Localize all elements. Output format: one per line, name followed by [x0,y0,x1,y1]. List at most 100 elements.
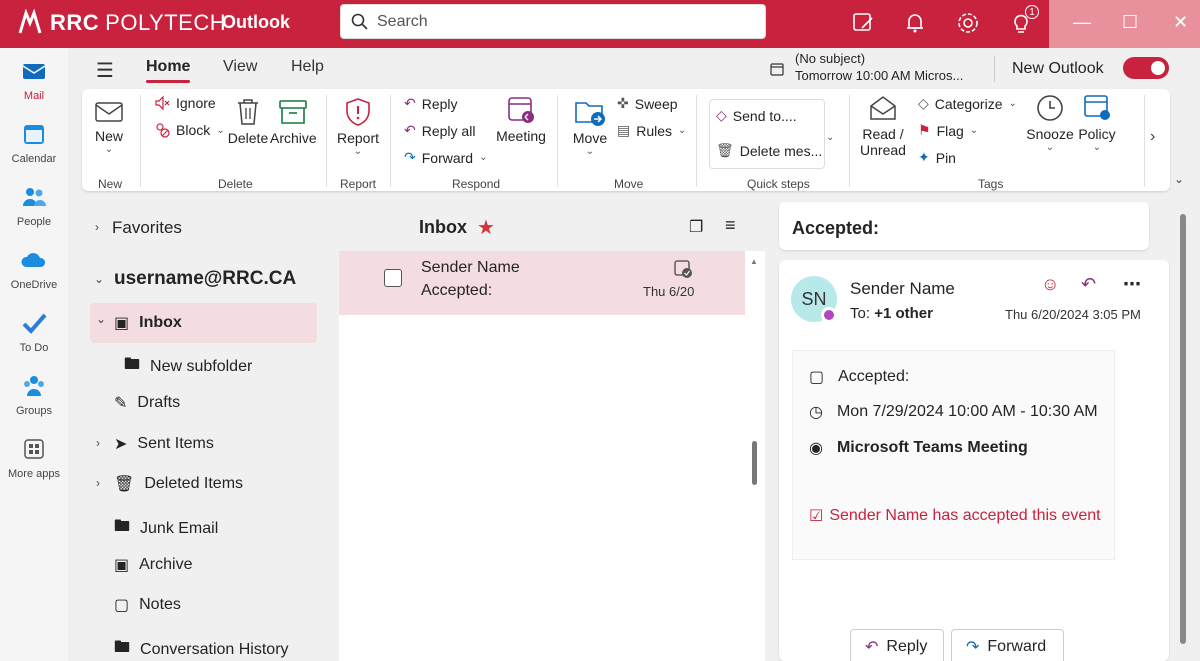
smiley-icon[interactable]: ☺ [1041,274,1059,295]
send-to-button[interactable]: ◇ Send to.... [716,107,797,124]
folder-archive[interactable]: ▣ Archive [114,555,192,575]
flag-button[interactable]: ⚑ Flag ⌄ [918,122,978,139]
message-date: Thu 6/20 [643,284,695,299]
favorites-header[interactable]: Favorites [112,218,182,238]
pencil-icon: ✎ [114,395,128,412]
reply-button-label: Reply [886,638,928,655]
chevron-right-icon[interactable]: › [96,436,100,450]
my-day-icon[interactable] [850,10,876,36]
block-button[interactable]: Block ⌄ [154,122,225,138]
maximize-icon[interactable]: ☐ [1122,12,1138,33]
select-mode-icon[interactable]: ❐ [689,217,703,237]
calendar-icon [24,125,44,144]
report-button[interactable]: Report ⌄ [334,97,382,157]
folder-junk-email[interactable]: 🖿 Junk Email [114,515,218,542]
reply-button[interactable]: ↶ Reply [850,629,944,661]
quick-steps-expand[interactable]: ⌄ [826,127,834,143]
close-icon[interactable]: ✕ [1173,12,1188,33]
chevron-down-icon[interactable]: ⌄ [96,312,106,326]
reminder-title: (No subject) [795,51,866,66]
chevron-right-icon[interactable]: › [95,220,99,234]
message-subject: Accepted: [421,282,493,299]
chevron-right-icon[interactable]: › [96,476,100,490]
title-bar: RRC POLYTECH Outlook Search 1 — ☐ ✕ [0,0,1200,48]
scroll-thumb[interactable] [1180,214,1186,644]
categorize-button[interactable]: ◇ Categorize ⌄ [918,95,1017,112]
scroll-thumb[interactable] [752,441,757,485]
hamburger-icon[interactable]: ☰ [96,58,114,83]
search-box[interactable]: Search [340,4,766,39]
rail-item-groups[interactable]: Groups [0,373,68,417]
message-checkbox[interactable] [384,269,402,287]
folder-deleted-items[interactable]: 🗑 Deleted Items [114,474,243,494]
ribbon-collapse-icon[interactable]: ⌄ [1174,172,1184,186]
archive-button[interactable]: Archive [270,97,317,146]
rail-item-mail[interactable]: Mail [0,58,68,102]
gear-icon[interactable] [955,10,981,36]
forward-button[interactable]: ↷ Forward ⌄ [404,149,487,166]
tab-home[interactable]: Home [146,58,190,76]
folder-notes[interactable]: ▢ Notes [114,595,181,615]
filter-icon[interactable]: ≡ [725,215,736,236]
recipients[interactable]: To: +1 other [850,305,933,322]
reply-icon[interactable]: ↶ [1081,274,1096,295]
bell-icon[interactable] [902,10,928,36]
forward-button[interactable]: ↷ Forward [951,629,1064,661]
reading-pane-scrollbar[interactable] [1176,200,1190,661]
message-row[interactable]: Sender Name Accepted: Thu 6/20 [339,251,745,315]
message-list-scrollbar[interactable]: ▲ [745,251,765,661]
tab-view[interactable]: View [223,58,257,76]
event-title: Accepted: [838,368,910,385]
read-unread-button[interactable]: Read / Unread [858,93,908,158]
ribbon-divider [849,95,850,187]
more-options-icon[interactable]: ⋯ [1123,274,1141,295]
move-button[interactable]: Move ⌄ [570,97,610,157]
new-outlook-toggle[interactable] [1123,57,1169,79]
delete-message-button[interactable]: 🗑 Delete mes... [716,142,822,159]
brand-main: RRC [50,10,100,35]
chevron-right-icon[interactable]: › [1150,128,1155,146]
tab-help[interactable]: Help [291,58,324,76]
chevron-down-icon[interactable]: ⌄ [94,272,104,286]
archive-icon [279,100,307,124]
reply-button[interactable]: ↶ Reply [404,95,458,112]
reply-icon: ↶ [404,95,416,111]
rail-item-people[interactable]: People [0,184,68,228]
policy-label: Policy [1078,126,1116,142]
delete-button[interactable]: Delete [226,97,270,146]
scroll-up-icon[interactable]: ▲ [750,257,758,266]
sender-name[interactable]: Sender Name [850,279,955,299]
policy-button[interactable]: Policy ⌄ [1076,93,1118,153]
clock-icon [1037,95,1063,121]
account-header[interactable]: username@RRC.CA [114,268,296,290]
reply-all-button[interactable]: ↶ Reply all [404,122,475,139]
flag-icon: ⚑ [918,122,931,138]
rail-item-todo[interactable]: To Do [0,310,68,354]
minimize-icon[interactable]: — [1073,12,1091,33]
to-label: To: [850,305,871,322]
meeting-button[interactable]: Meeting [494,95,548,144]
folder-inbox[interactable]: ▣ Inbox [114,313,182,333]
rail-item-calendar[interactable]: Calendar [0,121,68,165]
report-label: Report [336,130,380,146]
folder-drafts[interactable]: ✎ Drafts [114,393,180,413]
rail-item-onedrive[interactable]: OneDrive [0,247,68,291]
upcoming-reminder[interactable]: (No subject) Tomorrow 10:00 AM Micros... [795,50,963,84]
snooze-button[interactable]: Snooze ⌄ [1026,93,1074,153]
new-mail-button[interactable]: New ⌄ [92,99,126,155]
rail-label: People [16,216,52,228]
pin-button[interactable]: ✦ Pin [918,149,956,166]
categorize-label: Categorize [934,95,1003,112]
calendar-icon: ▢ [809,369,825,386]
move-label: Move [572,130,608,146]
sweep-button[interactable]: ✜ Sweep [617,95,678,112]
shield-warning-icon [346,98,370,126]
ignore-button[interactable]: Ignore [154,95,216,111]
folder-new-subfolder[interactable]: 🖿 New subfolder [124,353,252,380]
rail-item-more-apps[interactable]: More apps [0,436,68,480]
folder-sent-items[interactable]: ➤ Sent Items [114,434,214,454]
star-icon[interactable]: ★ [477,215,495,240]
rules-button[interactable]: ▤ Rules ⌄ [617,122,686,139]
group-label-quick-steps: Quick steps [747,177,810,191]
folder-conversation-history[interactable]: 🖿 Conversation History [114,636,289,661]
